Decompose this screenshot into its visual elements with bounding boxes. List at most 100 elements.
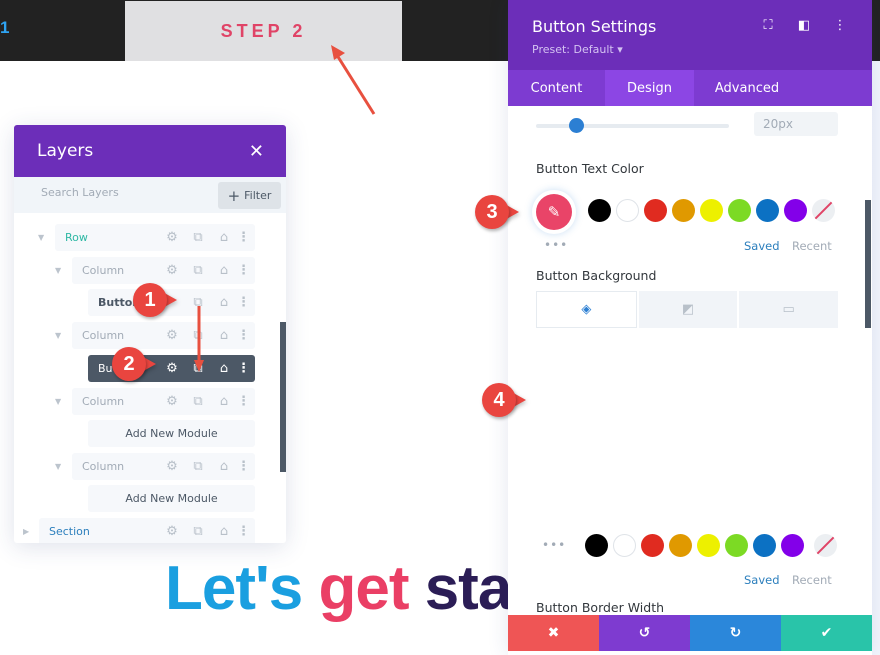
add-new-module-button[interactable]: Add New Module	[88, 420, 255, 447]
layer-column[interactable]: Column ⚙ ⧉ ⌂ ⋮	[72, 388, 255, 415]
more-colors-button[interactable]: •••	[542, 538, 566, 552]
swatch-orange[interactable]	[669, 534, 692, 557]
layer-label: Section	[49, 525, 90, 538]
gear-icon[interactable]: ⚙	[159, 263, 185, 278]
swatch-yellow[interactable]	[700, 199, 723, 222]
swatch-red[interactable]	[641, 534, 664, 557]
swatch-green[interactable]	[728, 199, 751, 222]
gear-icon[interactable]: ⚙	[159, 459, 185, 474]
trash-icon[interactable]: ⌂	[211, 328, 237, 343]
trash-icon[interactable]: ⌂	[211, 459, 237, 474]
swatch-black[interactable]	[588, 199, 611, 222]
layer-label: Row	[65, 231, 88, 244]
swatch-orange[interactable]	[672, 199, 695, 222]
swatch-blue[interactable]	[756, 199, 779, 222]
more-icon[interactable]: ⋮	[237, 328, 250, 343]
collapse-toggle-icon[interactable]: ▼	[55, 266, 61, 275]
more-options-icon[interactable]: ⋮	[822, 18, 858, 33]
gear-icon[interactable]: ⚙	[159, 361, 185, 376]
more-icon[interactable]: ⋮	[237, 459, 250, 474]
slider-value-input[interactable]	[754, 112, 838, 136]
layer-column[interactable]: Column ⚙ ⧉ ⌂ ⋮	[72, 257, 255, 284]
saved-colors-tab[interactable]: Saved	[744, 239, 780, 253]
trash-icon[interactable]: ⌂	[211, 230, 237, 245]
collapse-toggle-icon[interactable]: ▼	[55, 331, 61, 340]
more-icon[interactable]: ⋮	[237, 394, 250, 409]
trash-icon[interactable]: ⌂	[211, 361, 237, 376]
bg-gradient-tab[interactable]: ◩	[638, 291, 738, 328]
save-button[interactable]: ✔	[781, 615, 872, 651]
tab-design[interactable]: Design	[605, 70, 694, 106]
layer-row[interactable]: Row ⚙ ⧉ ⌂ ⋮	[55, 224, 255, 251]
layers-scrollbar[interactable]	[280, 322, 286, 472]
close-icon: ✖	[547, 625, 560, 641]
more-icon[interactable]: ⋮	[237, 230, 250, 245]
layer-column[interactable]: Column ⚙ ⧉ ⌂ ⋮	[72, 322, 255, 349]
search-layers-input[interactable]	[41, 186, 211, 199]
duplicate-icon[interactable]: ⧉	[185, 230, 211, 245]
duplicate-icon[interactable]: ⧉	[185, 524, 211, 539]
layer-label: Column	[82, 460, 125, 473]
duplicate-icon[interactable]: ⧉	[185, 459, 211, 474]
duplicate-icon[interactable]: ⧉	[185, 394, 211, 409]
tab-advanced[interactable]: Advanced	[694, 70, 800, 106]
redo-button[interactable]: ↻	[690, 615, 781, 651]
more-colors-button[interactable]: •••	[544, 238, 568, 252]
collapse-toggle-icon[interactable]: ▼	[55, 462, 61, 471]
swatch-green[interactable]	[725, 534, 748, 557]
fullscreen-icon[interactable]: ⛶	[750, 18, 786, 33]
layer-section[interactable]: Section ⚙ ⧉ ⌂ ⋮	[39, 518, 255, 543]
tab-content[interactable]: Content	[508, 70, 605, 106]
more-icon[interactable]: ⋮	[237, 361, 250, 376]
slider-track[interactable]	[536, 124, 729, 128]
swatch-blue[interactable]	[753, 534, 776, 557]
swatch-none[interactable]	[812, 199, 835, 222]
saved-colors-tab[interactable]: Saved	[744, 573, 780, 587]
more-icon[interactable]: ⋮	[237, 295, 250, 310]
swatch-black[interactable]	[585, 534, 608, 557]
trash-icon[interactable]: ⌂	[211, 524, 237, 539]
color-picker-button[interactable]: ✎	[536, 194, 572, 230]
add-new-module-button[interactable]: Add New Module	[88, 485, 255, 512]
eyedropper-icon: ✎	[547, 203, 561, 221]
callout-2: 2	[112, 347, 156, 381]
swatch-purple[interactable]	[781, 534, 804, 557]
recent-colors-tab[interactable]: Recent	[792, 573, 832, 587]
trash-icon[interactable]: ⌂	[211, 263, 237, 278]
layers-panel: Layers ✕ + Filter ▼ Row ⚙ ⧉ ⌂ ⋮ ▼ Column…	[14, 125, 286, 543]
close-icon[interactable]: ✕	[249, 141, 264, 162]
filter-button[interactable]: + Filter	[218, 182, 281, 209]
bg-image-tab[interactable]: ▭	[739, 291, 839, 328]
swatch-white[interactable]	[616, 199, 639, 222]
gear-icon[interactable]: ⚙	[159, 328, 185, 343]
trash-icon[interactable]: ⌂	[211, 394, 237, 409]
swatch-none[interactable]	[814, 534, 837, 557]
swatch-purple[interactable]	[784, 199, 807, 222]
recent-colors-tab[interactable]: Recent	[792, 239, 832, 253]
annotation-arrow-icon	[331, 45, 376, 115]
expand-toggle-icon[interactable]: ▶	[23, 527, 29, 536]
callout-number: 2	[112, 347, 146, 381]
paint-bucket-icon: ◈	[581, 302, 592, 317]
duplicate-icon[interactable]: ⧉	[185, 263, 211, 278]
cancel-button[interactable]: ✖	[508, 615, 599, 651]
trash-icon[interactable]: ⌂	[211, 295, 237, 310]
gear-icon[interactable]: ⚙	[159, 524, 185, 539]
layer-column[interactable]: Column ⚙ ⧉ ⌂ ⋮	[72, 453, 255, 480]
swatch-white[interactable]	[613, 534, 636, 557]
preset-dropdown[interactable]: Preset: Default ▾	[532, 43, 623, 56]
swatch-red[interactable]	[644, 199, 667, 222]
more-icon[interactable]: ⋮	[237, 524, 250, 539]
bg-color-tab[interactable]: ◈	[536, 291, 637, 328]
gear-icon[interactable]: ⚙	[159, 394, 185, 409]
undo-button[interactable]: ↺	[599, 615, 690, 651]
settings-scrollbar[interactable]	[865, 200, 871, 328]
sidebar-toggle-icon[interactable]: ◧	[786, 18, 822, 33]
collapse-toggle-icon[interactable]: ▼	[38, 233, 44, 242]
swatch-yellow[interactable]	[697, 534, 720, 557]
more-icon[interactable]: ⋮	[237, 263, 250, 278]
collapse-toggle-icon[interactable]: ▼	[55, 397, 61, 406]
step-1-tab[interactable]: 1	[0, 18, 12, 38]
slider-handle[interactable]	[569, 118, 584, 133]
gear-icon[interactable]: ⚙	[159, 230, 185, 245]
